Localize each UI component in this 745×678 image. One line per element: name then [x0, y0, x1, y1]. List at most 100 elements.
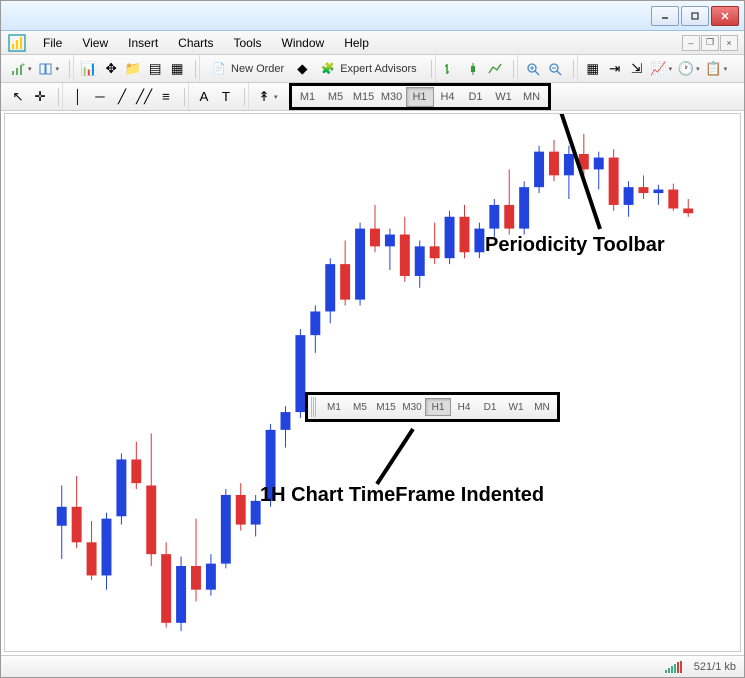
crosshair-tool-button[interactable]: ✛	[29, 86, 51, 108]
inset-period-m15[interactable]: M15	[373, 398, 399, 416]
indicators-button[interactable]: 📈▾	[648, 58, 676, 80]
periods-button[interactable]: 🕐▾	[675, 58, 703, 80]
diamond-icon: ◆	[294, 61, 310, 77]
text-button[interactable]: A	[193, 86, 215, 108]
main-period-mn[interactable]: MN	[518, 87, 546, 107]
main-period-h1[interactable]: H1	[406, 87, 434, 107]
grid-icon: ▦	[585, 61, 601, 77]
inset-period-m1[interactable]: M1	[321, 398, 347, 416]
mdi-close-button[interactable]: ×	[720, 35, 738, 51]
mdi-minimize-button[interactable]: –	[682, 35, 700, 51]
strategy-tester-button[interactable]: ▦	[166, 58, 188, 80]
auto-scroll-button[interactable]: ⇥	[604, 58, 626, 80]
inset-periodicity-toolbar: M1M5M15M30H1H4D1W1MN	[305, 392, 560, 422]
market-watch-button[interactable]: 📊	[78, 58, 100, 80]
channel-button[interactable]: ╱╱	[133, 86, 155, 108]
channel-icon: ╱╱	[136, 89, 152, 105]
candle-icon	[465, 61, 481, 77]
terminal-icon: ▤	[147, 61, 163, 77]
inset-period-h4[interactable]: H4	[451, 398, 477, 416]
expert-advisors-label: Expert Advisors	[340, 63, 416, 75]
horizontal-line-icon: ─	[92, 89, 108, 105]
expert-icon: 🧩	[320, 61, 336, 77]
inset-period-m30[interactable]: M30	[399, 398, 425, 416]
trendline-icon: ╱	[114, 89, 130, 105]
inset-period-m5[interactable]: M5	[347, 398, 373, 416]
main-period-h4[interactable]: H4	[434, 87, 462, 107]
new-order-label: New Order	[231, 63, 284, 75]
expert-advisors-button[interactable]: 🧩 Expert Advisors	[313, 58, 423, 80]
main-period-m1[interactable]: M1	[294, 87, 322, 107]
zoom-in-button[interactable]	[522, 58, 544, 80]
zoom-out-button[interactable]	[544, 58, 566, 80]
periodicity-toolbar: M1M5M15M30H1H4D1W1MN	[289, 83, 551, 110]
window-title-bar	[1, 1, 744, 31]
main-period-m5[interactable]: M5	[322, 87, 350, 107]
arrows-button[interactable]: ↟▾	[253, 86, 281, 108]
minimize-button[interactable]	[651, 6, 679, 26]
zoom-out-icon	[547, 61, 563, 77]
vertical-line-button[interactable]: │	[67, 86, 89, 108]
bar-chart-button[interactable]	[440, 58, 462, 80]
terminal-button[interactable]: ▤	[144, 58, 166, 80]
templates-button[interactable]: 📋▾	[703, 58, 731, 80]
menu-charts[interactable]: Charts	[168, 33, 223, 53]
connection-signal-icon	[665, 661, 682, 673]
template-icon: 📋	[706, 61, 722, 77]
main-period-d1[interactable]: D1	[462, 87, 490, 107]
app-icon	[7, 33, 27, 53]
meta-editor-button[interactable]: ◆	[291, 58, 313, 80]
new-order-button[interactable]: 📄New Order	[204, 58, 291, 80]
inset-period-d1[interactable]: D1	[477, 398, 503, 416]
candlestick-chart	[5, 114, 740, 651]
trendline-button[interactable]: ╱	[111, 86, 133, 108]
inset-period-h1[interactable]: H1	[425, 398, 451, 416]
status-bar: 521/1 kb	[1, 655, 744, 677]
line-chart-icon	[487, 61, 503, 77]
inset-period-mn[interactable]: MN	[529, 398, 555, 416]
cursor-button[interactable]: ↖	[7, 86, 29, 108]
main-period-m30[interactable]: M30	[378, 87, 406, 107]
new-chart-button[interactable]: +▾	[7, 58, 35, 80]
menu-window[interactable]: Window	[272, 33, 335, 53]
profiles-button[interactable]: ▾	[35, 58, 63, 80]
menu-file[interactable]: File	[33, 33, 72, 53]
maximize-button[interactable]	[681, 6, 709, 26]
label-icon: T	[218, 89, 234, 105]
chart-shift-button[interactable]: ⇲	[626, 58, 648, 80]
fibonacci-button[interactable]: ≡	[155, 86, 177, 108]
menu-tools[interactable]: Tools	[224, 33, 272, 53]
text-label-button[interactable]: T	[215, 86, 237, 108]
tester-icon: ▦	[169, 61, 185, 77]
indicators-icon: 📈	[651, 61, 667, 77]
menu-help[interactable]: Help	[334, 33, 379, 53]
annotation-periodicity-toolbar: Periodicity Toolbar	[485, 234, 665, 257]
cursor-icon: ↖	[10, 89, 26, 105]
menu-insert[interactable]: Insert	[118, 33, 168, 53]
main-period-m15[interactable]: M15	[350, 87, 378, 107]
market-watch-icon: 📊	[81, 61, 97, 77]
svg-text:+: +	[21, 62, 25, 69]
main-period-w1[interactable]: W1	[490, 87, 518, 107]
mdi-restore-button[interactable]: ❐	[701, 35, 719, 51]
bar-chart-icon	[443, 61, 459, 77]
standard-toolbar: +▾ ▾ 📊 ✥ 📁 ▤ ▦ 📄New Order ◆ 🧩 Expert Advi…	[1, 55, 744, 83]
profile-icon	[38, 61, 54, 77]
line-studies-toolbar: ↖ ✛ │ ─ ╱ ╱╱ ≡ A T ↟▾ M1M5M15M30H1H4D1W1…	[1, 83, 744, 111]
crosshair-icon: ✥	[103, 61, 119, 77]
arrange-icons-button[interactable]: ▦	[582, 58, 604, 80]
inset-period-w1[interactable]: W1	[503, 398, 529, 416]
chart-area[interactable]: Periodicity Toolbar M1M5M15M30H1H4D1W1MN…	[4, 113, 741, 652]
mdi-controls: – ❐ ×	[682, 35, 738, 51]
horizontal-line-button[interactable]: ─	[89, 86, 111, 108]
arrows-icon: ↟	[256, 89, 272, 105]
menu-view[interactable]: View	[72, 33, 118, 53]
annotation-chart-timeframe: 1H Chart TimeFrame Indented	[260, 484, 544, 507]
navigator-button[interactable]: ✥	[100, 58, 122, 80]
fibonacci-icon: ≡	[158, 89, 174, 105]
candle-chart-button[interactable]	[462, 58, 484, 80]
folder-icon: 📁	[125, 61, 141, 77]
close-button[interactable]	[711, 6, 739, 26]
data-window-button[interactable]: 📁	[122, 58, 144, 80]
line-chart-button[interactable]	[484, 58, 506, 80]
